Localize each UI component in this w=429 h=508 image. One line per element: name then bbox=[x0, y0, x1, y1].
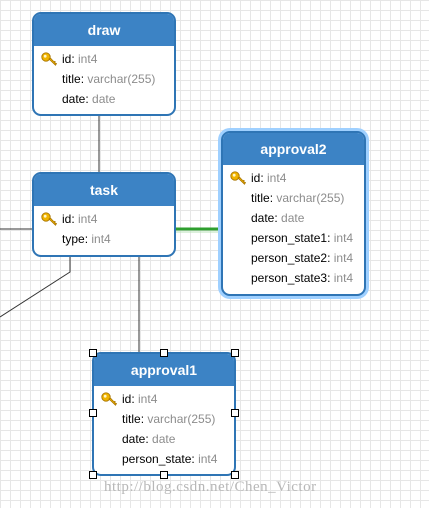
field-name: id bbox=[122, 392, 132, 406]
field-type: varchar(255) bbox=[147, 412, 216, 426]
field-text: date: date bbox=[251, 208, 304, 228]
field-separator: : bbox=[71, 212, 79, 226]
field-row[interactable]: id: int4 bbox=[34, 209, 174, 229]
field-row[interactable]: title: varchar(255) bbox=[34, 69, 174, 89]
field-text: type: int4 bbox=[62, 229, 111, 249]
field-text: date: date bbox=[62, 89, 115, 109]
field-separator: : bbox=[260, 171, 268, 185]
entity-approval1-title: approval1 bbox=[94, 354, 234, 386]
field-type: date bbox=[152, 432, 176, 446]
field-text: person_state: int4 bbox=[122, 449, 217, 469]
field-row[interactable]: type: int4 bbox=[34, 229, 174, 249]
resize-handle-s[interactable] bbox=[160, 471, 168, 479]
watermark: http://blog.csdn.net/Chen_Victor bbox=[104, 479, 317, 495]
field-name: date bbox=[62, 92, 86, 106]
entity-approval1[interactable]: approval1 id: int4 title: varchar(255) dat… bbox=[92, 352, 236, 476]
field-name: title bbox=[122, 412, 141, 426]
field-name: person_state bbox=[122, 452, 192, 466]
field-type: int4 bbox=[333, 251, 354, 265]
entity-task-title: task bbox=[34, 174, 174, 206]
field-name: id bbox=[62, 212, 72, 226]
field-name: title bbox=[62, 72, 81, 86]
field-row[interactable]: person_state: int4 bbox=[94, 449, 234, 469]
field-name: person_state3 bbox=[251, 271, 328, 285]
resize-handle-se[interactable] bbox=[231, 471, 239, 479]
field-separator: : bbox=[327, 251, 334, 265]
entity-task[interactable]: task id: int4 type: int4 bbox=[32, 172, 176, 257]
field-type: date bbox=[92, 92, 116, 106]
field-name: title bbox=[251, 191, 270, 205]
entity-draw-fields: id: int4 title: varchar(255) date: date bbox=[34, 46, 174, 109]
field-type: int4 bbox=[198, 452, 218, 466]
field-separator: : bbox=[71, 52, 79, 66]
entity-approval2[interactable]: approval2 id: int4 title: varchar(255) dat… bbox=[221, 131, 366, 296]
resize-handle-nw[interactable] bbox=[89, 349, 97, 357]
entity-draw[interactable]: draw id: int4 title: varchar(255) date: da… bbox=[32, 12, 176, 116]
field-name: person_state2 bbox=[251, 251, 328, 265]
field-row[interactable]: date: date bbox=[94, 429, 234, 449]
field-text: id: int4 bbox=[62, 49, 97, 69]
resize-handle-n[interactable] bbox=[160, 349, 168, 357]
field-name: date bbox=[251, 211, 275, 225]
field-text: title: varchar(255) bbox=[62, 69, 155, 89]
field-row[interactable]: date: date bbox=[34, 89, 174, 109]
field-row[interactable]: date: date bbox=[223, 208, 364, 228]
entity-approval1-fields: id: int4 title: varchar(255) date: date per… bbox=[94, 386, 234, 469]
field-separator: : bbox=[327, 231, 334, 245]
link-task-lower-left[interactable] bbox=[0, 256, 71, 318]
field-type: date bbox=[281, 211, 305, 225]
field-type: int4 bbox=[78, 212, 98, 226]
field-separator: : bbox=[327, 271, 334, 285]
field-text: date: date bbox=[122, 429, 175, 449]
key-icon bbox=[41, 52, 58, 66]
field-separator: : bbox=[131, 392, 139, 406]
field-type: int4 bbox=[267, 171, 287, 185]
field-type: int4 bbox=[333, 271, 354, 285]
entity-approval2-fields: id: int4 title: varchar(255) date: date per… bbox=[223, 165, 364, 288]
field-type: int4 bbox=[91, 232, 111, 246]
field-row[interactable]: id: int4 bbox=[34, 49, 174, 69]
key-icon bbox=[101, 392, 118, 406]
field-row[interactable]: id: int4 bbox=[223, 168, 364, 188]
entity-task-fields: id: int4 type: int4 bbox=[34, 206, 174, 249]
resize-handle-w[interactable] bbox=[89, 409, 97, 417]
field-name: type bbox=[62, 232, 85, 246]
field-type: int4 bbox=[138, 392, 158, 406]
entity-draw-title: draw bbox=[34, 14, 174, 46]
field-row[interactable]: title: varchar(255) bbox=[94, 409, 234, 429]
field-text: id: int4 bbox=[251, 168, 286, 188]
field-text: person_state2: int4 bbox=[251, 248, 353, 268]
field-row[interactable]: id: int4 bbox=[94, 389, 234, 409]
field-text: person_state1: int4 bbox=[251, 228, 353, 248]
field-row[interactable]: person_state1: int4 bbox=[223, 228, 364, 248]
field-text: title: varchar(255) bbox=[251, 188, 344, 208]
field-type: int4 bbox=[78, 52, 98, 66]
entity-approval2-title: approval2 bbox=[223, 133, 364, 165]
resize-handle-ne[interactable] bbox=[231, 349, 239, 357]
field-name: person_state1 bbox=[251, 231, 328, 245]
resize-handle-e[interactable] bbox=[231, 409, 239, 417]
field-text: person_state3: int4 bbox=[251, 268, 353, 288]
field-name: id bbox=[251, 171, 261, 185]
key-icon bbox=[230, 171, 247, 185]
field-text: id: int4 bbox=[122, 389, 157, 409]
field-name: date bbox=[122, 432, 146, 446]
field-row[interactable]: person_state3: int4 bbox=[223, 268, 364, 288]
field-type: int4 bbox=[333, 231, 354, 245]
field-text: id: int4 bbox=[62, 209, 97, 229]
resize-handle-sw[interactable] bbox=[89, 471, 97, 479]
field-name: id bbox=[62, 52, 72, 66]
field-type: varchar(255) bbox=[87, 72, 156, 86]
field-row[interactable]: person_state2: int4 bbox=[223, 248, 364, 268]
field-text: title: varchar(255) bbox=[122, 409, 215, 429]
field-type: varchar(255) bbox=[276, 191, 345, 205]
field-row[interactable]: title: varchar(255) bbox=[223, 188, 364, 208]
key-icon bbox=[41, 212, 58, 226]
